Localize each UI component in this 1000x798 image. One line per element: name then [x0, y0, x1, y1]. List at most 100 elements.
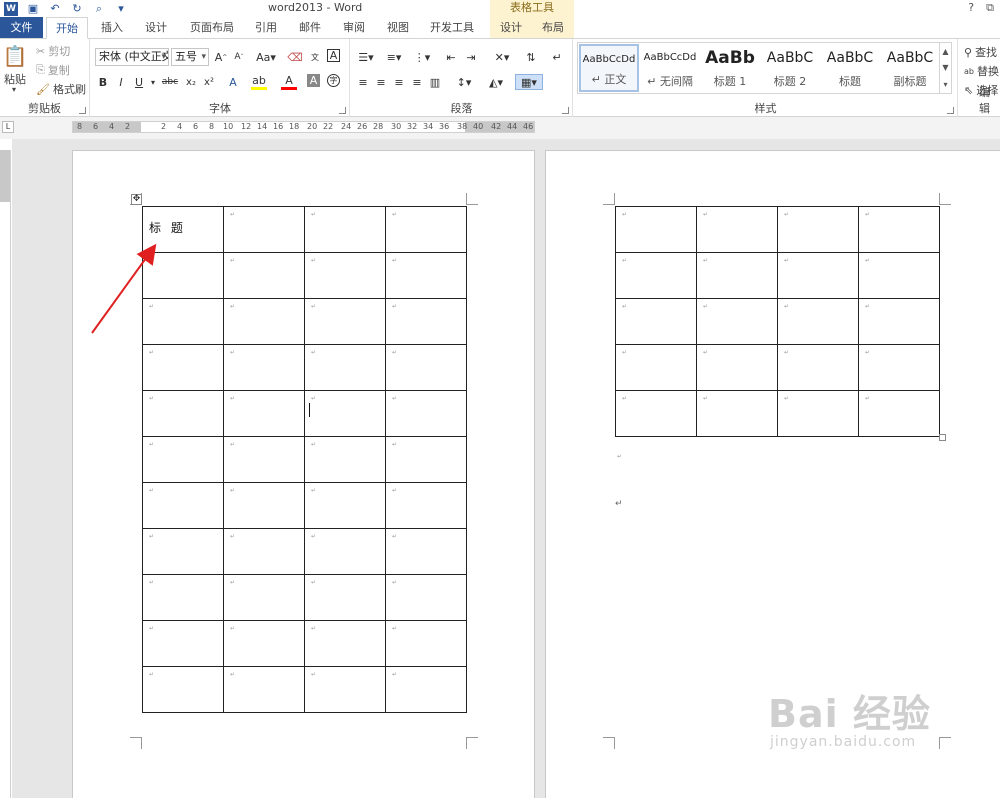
table-cell[interactable]: ↵ — [304, 620, 386, 667]
tab-insert[interactable]: 插入 — [94, 17, 130, 38]
distributed-icon[interactable]: ▥ — [427, 74, 443, 90]
superscript-icon[interactable]: x² — [201, 74, 217, 90]
table-cell[interactable]: ↵ — [142, 298, 224, 345]
sort-icon[interactable]: ⇅ — [523, 49, 539, 65]
table-cell[interactable]: ↵ — [223, 390, 305, 437]
clear-formatting-icon[interactable]: ⌫ — [287, 49, 303, 65]
subscript-icon[interactable]: x₂ — [183, 74, 199, 90]
tab-review[interactable]: 审阅 — [336, 17, 372, 38]
align-right-icon[interactable]: ≡ — [391, 74, 407, 90]
redo-icon[interactable]: ↻ — [70, 2, 84, 16]
table-move-handle-icon[interactable]: ✥ — [131, 194, 142, 205]
table-cell[interactable]: ↵ — [615, 298, 697, 345]
table-cell[interactable]: ↵ — [385, 574, 467, 621]
tab-file[interactable]: 文件 — [0, 17, 43, 38]
tab-design[interactable]: 设计 — [138, 17, 174, 38]
tab-page-layout[interactable]: 页面布局 — [184, 17, 240, 38]
table-cell[interactable]: ↵ — [696, 298, 778, 345]
phonetic-guide-icon[interactable]: 文 — [307, 49, 323, 65]
table-cell[interactable]: ↵ — [223, 252, 305, 299]
chinese-layout-icon[interactable]: ✕▾ — [491, 49, 513, 65]
table-cell[interactable]: ↵ — [304, 528, 386, 575]
line-spacing-icon[interactable]: ↕▾ — [453, 74, 475, 90]
tab-mailings[interactable]: 邮件 — [292, 17, 328, 38]
customize-qat-icon[interactable]: ▾ — [114, 2, 128, 16]
style-title[interactable]: AaBbC 标题 — [820, 44, 880, 92]
table-cell[interactable]: ↵ — [777, 390, 859, 437]
table-cell[interactable]: ↵ — [385, 620, 467, 667]
tab-selector-icon[interactable]: L — [2, 121, 14, 133]
table-cell[interactable]: ↵ — [385, 528, 467, 575]
cut-button[interactable]: ✂ 剪切 — [36, 43, 70, 59]
show-marks-icon[interactable]: ↵ — [549, 49, 565, 65]
numbering-icon[interactable]: ≡▾ — [383, 49, 405, 65]
table-cell[interactable]: ↵ — [615, 344, 697, 391]
table-cell[interactable]: ↵ — [142, 252, 224, 299]
tab-references[interactable]: 引用 — [248, 17, 284, 38]
borders-icon[interactable]: ▦▾ — [515, 74, 543, 90]
paste-dropdown-icon[interactable]: ▾ — [12, 85, 16, 94]
bullets-icon[interactable]: ☰▾ — [355, 49, 377, 65]
character-border-icon[interactable]: A — [327, 49, 340, 62]
italic-icon[interactable]: I — [113, 74, 129, 90]
help-icon[interactable]: ? — [968, 1, 974, 15]
table-cell[interactable]: ↵ — [858, 206, 940, 253]
table-cell[interactable]: ↵ — [858, 298, 940, 345]
table-cell[interactable]: ↵ — [304, 390, 386, 437]
format-painter-button[interactable]: 🖌 格式刷 — [36, 81, 86, 97]
table-cell[interactable]: ↵ — [223, 482, 305, 529]
style-no-spacing[interactable]: AaBbCcDd ↵ 无间隔 — [640, 44, 700, 92]
paste-icon[interactable]: 📋 — [3, 43, 28, 69]
table-cell[interactable]: ↵ — [304, 344, 386, 391]
table-cell[interactable]: ↵ — [696, 252, 778, 299]
table-cell[interactable]: ↵ — [223, 620, 305, 667]
table-cell[interactable]: ↵ — [385, 252, 467, 299]
table-cell[interactable]: ↵ — [385, 666, 467, 713]
table-cell[interactable]: ↵ — [304, 436, 386, 483]
tab-view[interactable]: 视图 — [380, 17, 416, 38]
table-cell[interactable]: ↵ — [615, 390, 697, 437]
change-case-icon[interactable]: Aa▾ — [255, 49, 277, 65]
style-normal[interactable]: AaBbCcDd ↵ 正文 — [579, 44, 639, 92]
table-cell[interactable]: ↵ — [858, 252, 940, 299]
table-cell[interactable]: ↵ — [696, 206, 778, 253]
horizontal-ruler[interactable]: 8 6 4 2 2 4 6 8 10 12 14 16 18 20 22 24 … — [72, 121, 535, 133]
table-cell[interactable]: ↵ — [777, 344, 859, 391]
tab-table-layout[interactable]: 布局 — [532, 17, 574, 38]
table-cell[interactable]: ↵ — [385, 390, 467, 437]
vertical-ruler[interactable] — [0, 150, 11, 798]
table-cell[interactable]: ↵ — [142, 528, 224, 575]
shrink-font-icon[interactable]: Aˇ — [231, 49, 247, 65]
table-cell[interactable]: ↵ — [858, 390, 940, 437]
table-cell[interactable]: ↵ — [223, 206, 305, 253]
table-title-cell[interactable]: 标 题 — [142, 206, 224, 253]
table-cell[interactable]: ↵ — [223, 574, 305, 621]
table-cell[interactable]: ↵ — [223, 528, 305, 575]
table-cell[interactable]: ↵ — [858, 344, 940, 391]
font-name-select[interactable]: 宋体 (中文正文 — [95, 48, 169, 66]
text-effects-icon[interactable]: A — [225, 74, 241, 90]
highlight-color-icon[interactable]: ab — [251, 74, 267, 90]
align-center-icon[interactable]: ≡ — [373, 74, 389, 90]
table-page-2[interactable]: ↵ ↵ ↵ ↵ ↵ ↵ ↵ ↵ ↵ ↵ ↵ ↵ ↵ ↵ ↵ ↵ ↵ ↵ ↵ ↵ — [615, 206, 940, 437]
undo-icon[interactable]: ↶ — [48, 2, 62, 16]
justify-icon[interactable]: ≡ — [409, 74, 425, 90]
shading-icon[interactable]: ◭▾ — [485, 74, 507, 90]
font-launcher-icon[interactable] — [339, 107, 346, 114]
style-heading-1[interactable]: AaBb 标题 1 — [700, 44, 760, 92]
scroll-down-icon[interactable]: ▼ — [942, 63, 948, 72]
table-cell[interactable]: ↵ — [615, 252, 697, 299]
replace-button[interactable]: ab 替换 — [964, 63, 999, 79]
gallery-scroll[interactable]: ▲ ▼ ▾ — [939, 43, 951, 93]
table-cell[interactable]: ↵ — [385, 344, 467, 391]
table-cell[interactable]: ↵ — [304, 206, 386, 253]
style-heading-2[interactable]: AaBbC 标题 2 — [760, 44, 820, 92]
tab-developer[interactable]: 开发工具 — [424, 17, 480, 38]
table-cell[interactable]: ↵ — [777, 252, 859, 299]
page-1[interactable]: ✥ 标 题 ↵ ↵ ↵ ↵ ↵ ↵ ↵ ↵ ↵ ↵ ↵ ↵ ↵ ↵ ↵ ↵ ↵ ↵ ↵ ↵ ↵ ↵ ↵ ↵ ↵ ↵ ↵ ↵ ↵ ↵ ↵ ↵ ↵ ↵ ↵… — [72, 150, 535, 798]
table-cell[interactable]: ↵ — [142, 390, 224, 437]
table-cell[interactable]: ↵ — [223, 436, 305, 483]
word-logo-icon[interactable]: W — [4, 1, 18, 16]
table-cell[interactable]: ↵ — [385, 298, 467, 345]
print-preview-icon[interactable]: ⌕ — [92, 2, 106, 16]
